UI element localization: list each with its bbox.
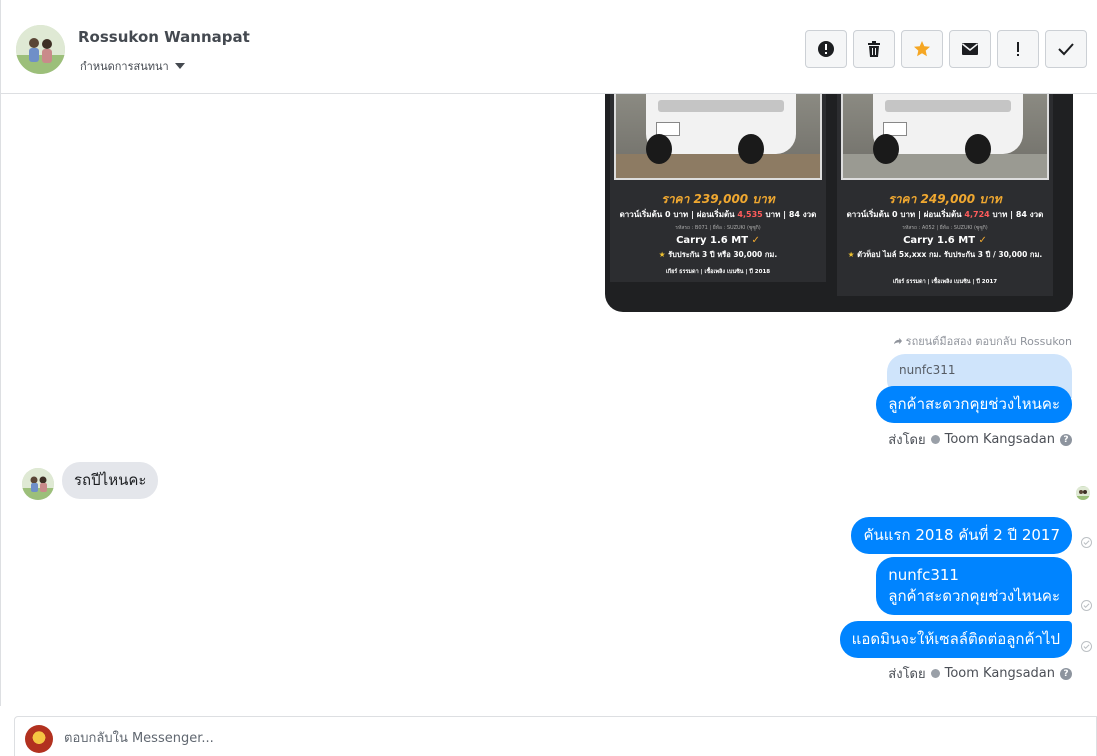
car-model: Carry 1.6 MT ✓ [903,235,987,246]
car-footer: เกียร์ ธรรมดา | เชื้อเพลิง เบนซิน | ปี 2… [665,269,771,275]
sent-by-label: ส่งโดย Toom Kangsadan ? [888,429,1072,450]
car-model: Carry 1.6 MT ✓ [676,235,760,246]
delete-button[interactable] [853,30,895,68]
conversation-settings-label: กำหนดการสนทนา [80,60,169,73]
mark-unread-button[interactable] [949,30,991,68]
reply-input[interactable] [64,727,664,749]
star-icon [914,41,930,57]
exclamation-icon [1017,42,1019,56]
help-icon[interactable]: ? [1060,667,1072,680]
important-button[interactable] [997,30,1039,68]
message-thread[interactable]: ราคา 239,000 บาท ดาวน์เริ่มต้น 0 บาท | ผ… [0,94,1097,706]
spam-button[interactable] [805,30,847,68]
reply-composer [14,716,1097,756]
trash-icon [868,41,880,57]
envelope-icon [962,43,978,55]
car-terms: ดาวน์เริ่มต้น 0 บาท | ผ่อนเริ่มต้น 4,535… [619,210,817,219]
car-listing-right: ราคา 249,000 บาท ดาวน์เริ่มต้น 0 บาท | ผ… [837,94,1053,296]
verified-icon [930,669,940,678]
car-warranty: ★ รับประกัน 3 ปี หรือ 30,000 กม. [658,250,778,259]
delivered-icon [1081,600,1092,611]
car-price: ราคา 249,000 บาท [888,192,1002,206]
caret-down-icon [174,63,185,69]
contact-avatar-small[interactable] [22,468,54,500]
outgoing-message[interactable]: แอดมินจะให้เซลล์ติดต่อลูกค้าไป [839,621,1072,658]
check-icon [1058,43,1074,56]
seen-avatar [1076,486,1090,500]
car-photo [614,94,822,180]
conversation-settings-dropdown[interactable]: กำหนดการสนทนา [80,57,185,75]
delivered-icon [1081,641,1092,652]
delivered-icon [1081,537,1092,548]
reply-context-text: รถยนต์มือสอง ตอบกลับ Rossukon [905,335,1072,348]
contact-name[interactable]: Rossukon Wannapat [78,28,250,46]
alert-icon [818,41,834,57]
outgoing-message[interactable]: ลูกค้าสะดวกคุยช่วงไหนคะ [876,386,1072,423]
car-meta: รหัสรถ : B071 | ยี่ห้อ : SUZUKI (ซูซูกิ) [675,225,761,231]
car-listing-left: ราคา 239,000 บาท ดาวน์เริ่มต้น 0 บาท | ผ… [610,94,826,282]
car-terms: ดาวน์เริ่มต้น 0 บาท | ผ่อนเริ่มต้น 4,724… [846,210,1044,219]
car-footer: เกียร์ ธรรมดา | เชื้อเพลิง เบนซิน | ปี 2… [892,279,998,285]
help-icon[interactable]: ? [1060,433,1072,446]
page-avatar [25,725,53,753]
contact-avatar[interactable] [16,25,65,74]
car-warranty: ★ ตัวท็อป ไมล์ 5x,xxx กม. รับประกัน 3 ปี… [847,250,1043,259]
outgoing-message[interactable]: nunfc311 ลูกค้าสะดวกคุยช่วงไหนคะ [876,557,1072,615]
sender-name[interactable]: Toom Kangsadan [945,666,1055,681]
verified-icon [930,435,940,444]
car-meta: รหัสรถ : A052 | ยี่ห้อ : SUZUKI (ซูซูกิ) [902,225,988,231]
reply-context: รถยนต์มือสอง ตอบกลับ Rossukon [893,332,1072,350]
conversation-header: Rossukon Wannapat กำหนดการสนทนา [0,0,1097,94]
car-photo [841,94,1049,180]
sent-by-label: ส่งโดย Toom Kangsadan ? [888,663,1072,684]
reply-arrow-icon [893,337,902,344]
car-listing-image[interactable]: ราคา 239,000 บาท ดาวน์เริ่มต้น 0 บาท | ผ… [605,94,1073,312]
car-price: ราคา 239,000 บาท [661,192,775,206]
outgoing-message[interactable]: คันแรก 2018 คันที่ 2 ปี 2017 [851,517,1072,554]
header-actions [805,30,1087,68]
done-button[interactable] [1045,30,1087,68]
star-button[interactable] [901,30,943,68]
incoming-message[interactable]: รถปีไหนคะ [62,462,159,499]
sender-name[interactable]: Toom Kangsadan [945,432,1055,447]
